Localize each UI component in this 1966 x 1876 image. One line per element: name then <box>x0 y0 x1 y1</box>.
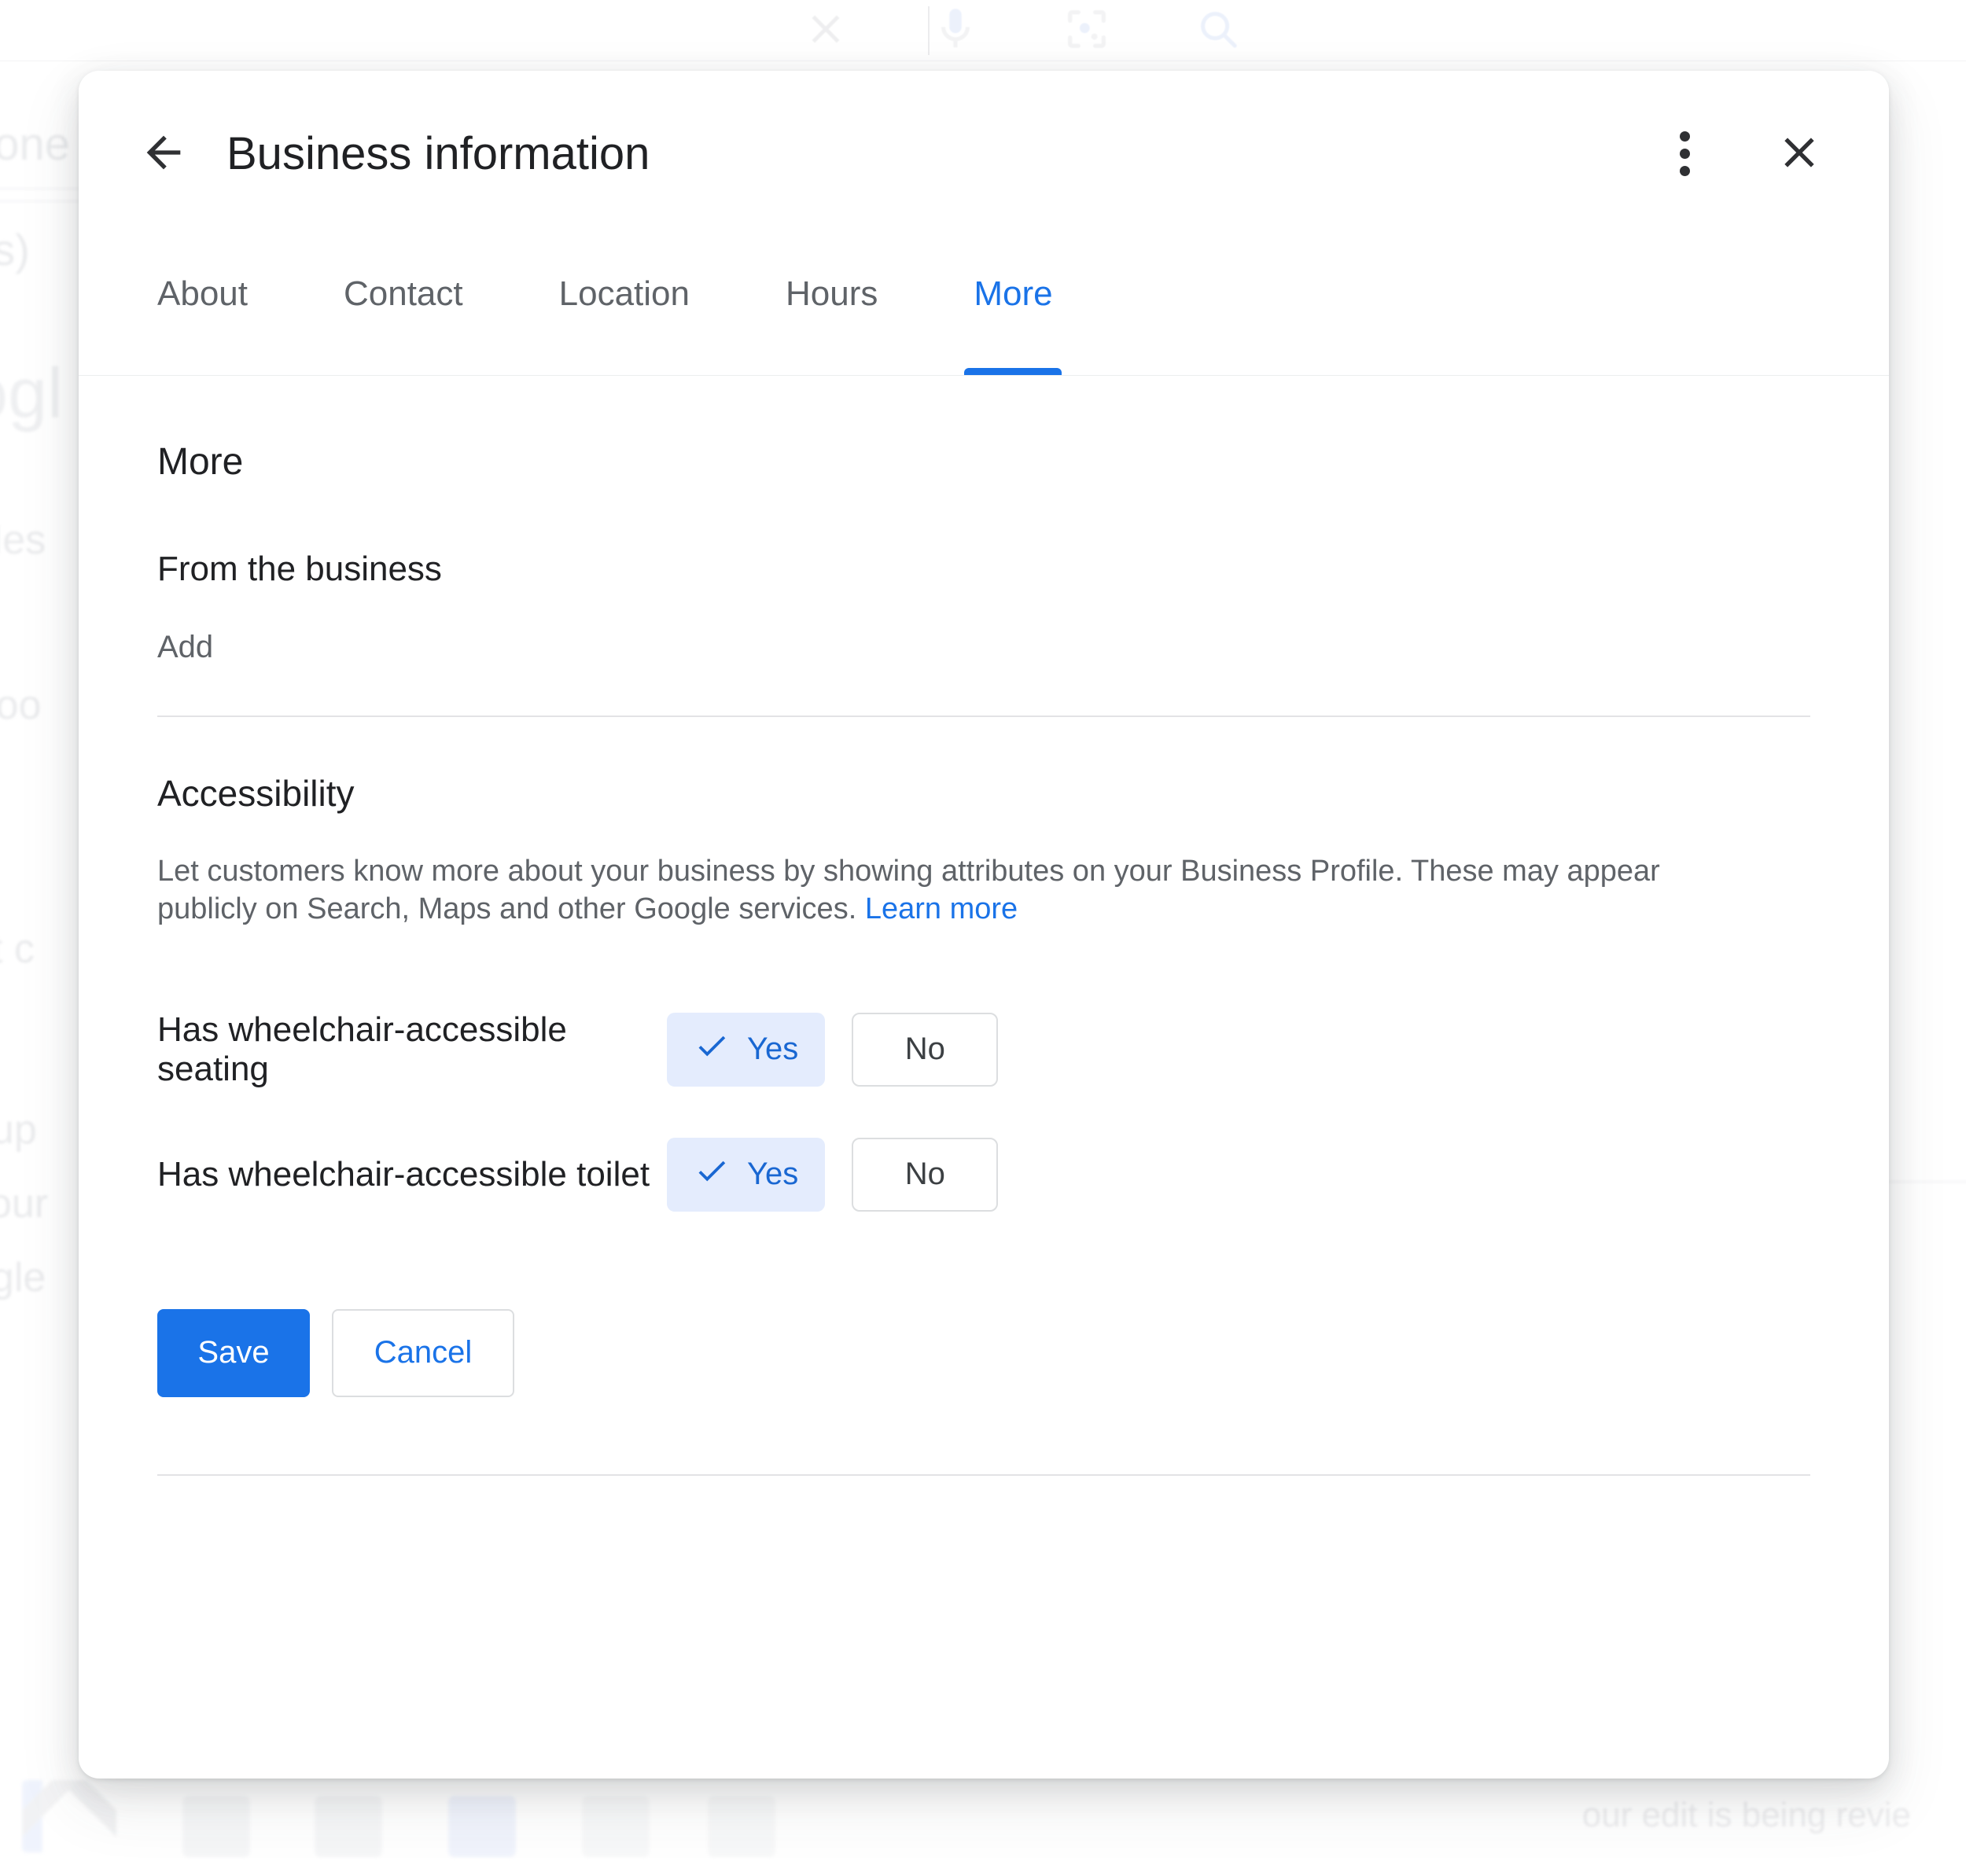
dialog-header-top: Business information <box>79 71 1889 236</box>
accessibility-title: Accessibility <box>157 773 355 814</box>
close-icon <box>1774 127 1824 180</box>
microphone-icon <box>931 5 980 57</box>
attribute-no-button-toilet[interactable]: No <box>852 1137 999 1212</box>
back-button[interactable] <box>120 109 208 197</box>
from-the-business-title: From the business <box>157 550 442 588</box>
add-from-business-button[interactable]: Add <box>157 630 213 665</box>
page-title: Business information <box>226 127 650 179</box>
background-status-text: our edit is being revie <box>1581 1796 1911 1834</box>
lens-icon <box>1062 4 1112 58</box>
save-button[interactable]: Save <box>157 1308 310 1397</box>
search-bar-icons <box>802 0 1243 61</box>
action-buttons: Save Cancel <box>157 1308 1810 1397</box>
close-icon <box>802 6 849 57</box>
attribute-yes-button-seating[interactable]: Yes <box>667 1012 826 1087</box>
back-arrow-icon <box>138 127 189 180</box>
tab-location[interactable]: Location <box>559 235 690 375</box>
section-divider <box>157 715 1810 717</box>
tab-label: Contact <box>343 274 463 313</box>
tab-more[interactable]: More <box>964 235 1062 375</box>
dialog-tabs: About Contact Location Hours More <box>79 235 1889 375</box>
attribute-row-seating: Has wheelchair-accessible seating Yes No <box>157 1010 1810 1089</box>
attribute-label: Has wheelchair-accessible seating <box>157 1010 567 1088</box>
bottom-divider <box>157 1473 1810 1476</box>
attribute-choice-group: Yes No <box>667 1012 999 1087</box>
background-search-bar <box>0 0 1966 61</box>
close-button[interactable] <box>1755 109 1843 197</box>
attribute-yes-label: Yes <box>747 1157 799 1191</box>
attribute-yes-label: Yes <box>747 1032 799 1066</box>
check-icon <box>694 1153 730 1197</box>
tab-contact[interactable]: Contact <box>344 235 463 375</box>
search-icon <box>1194 5 1243 57</box>
active-tab-indicator <box>964 368 1062 375</box>
attribute-no-button-seating[interactable]: No <box>852 1012 999 1087</box>
more-vert-icon <box>1679 131 1690 176</box>
attribute-row-toilet: Has wheelchair-accessible toilet Yes No <box>157 1137 1810 1212</box>
tab-hours[interactable]: Hours <box>786 235 878 375</box>
section-title: More <box>157 441 244 483</box>
tab-label: Hours <box>785 274 878 313</box>
attribute-choice-group: Yes No <box>667 1137 999 1212</box>
cancel-button[interactable]: Cancel <box>332 1308 514 1397</box>
dialog-header: Business information About Contact Locat… <box>79 71 1889 376</box>
tab-about[interactable]: About <box>157 235 248 375</box>
dialog-body: More From the business Add Accessibility… <box>79 376 1889 1476</box>
attribute-label: Has wheelchair-accessible toilet <box>157 1154 650 1194</box>
attribute-no-label: No <box>904 1157 945 1191</box>
tab-label: More <box>974 274 1053 313</box>
tab-label: About <box>157 274 248 313</box>
accessibility-description: Let customers know more about your busin… <box>157 852 1667 929</box>
attribute-yes-button-toilet[interactable]: Yes <box>667 1137 826 1212</box>
check-icon <box>694 1028 730 1072</box>
tab-label: Location <box>558 274 690 313</box>
learn-more-link[interactable]: Learn more <box>865 892 1018 925</box>
overflow-menu-button[interactable] <box>1640 109 1729 197</box>
attribute-no-label: No <box>904 1032 945 1066</box>
business-information-dialog: Business information About Contact Locat… <box>79 71 1889 1779</box>
